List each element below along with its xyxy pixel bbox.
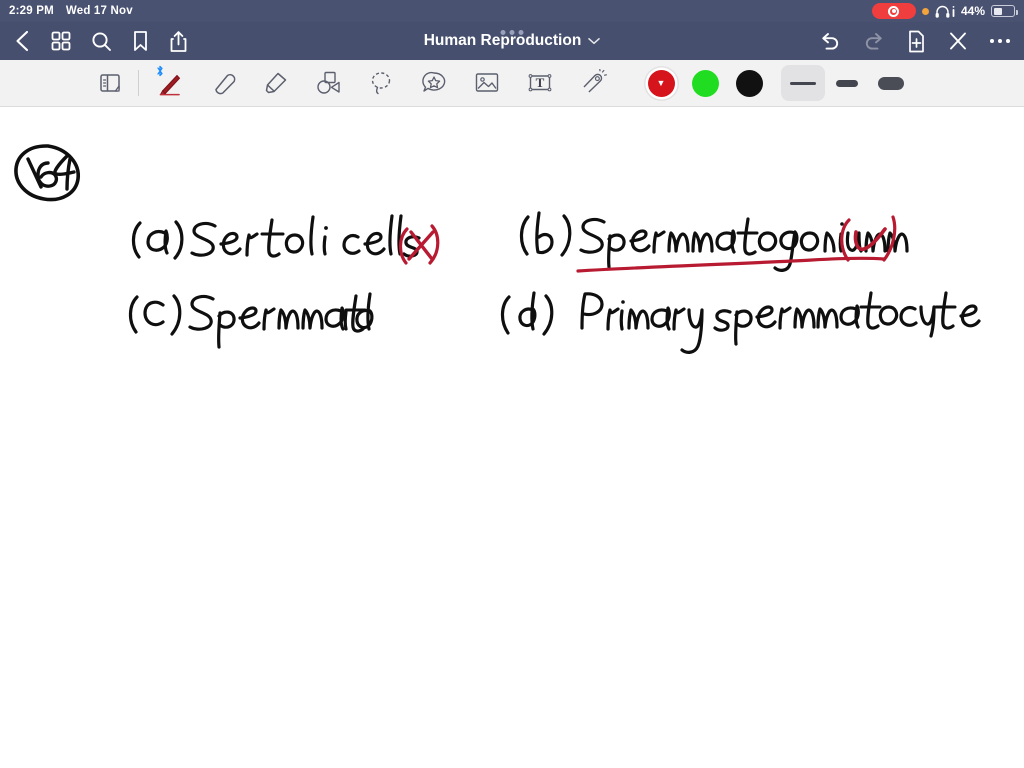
note-canvas[interactable] (0, 107, 1024, 768)
search-icon[interactable] (91, 31, 112, 52)
status-bar: 2:29 PM Wed 17 Nov 44% (0, 0, 1024, 22)
color-swatch-black[interactable] (727, 63, 771, 103)
text-box-icon[interactable]: T (518, 63, 562, 103)
chevron-down-icon: ▼ (656, 78, 666, 88)
redo-icon[interactable] (863, 32, 885, 51)
color-swatch-red-dot: ▼ (647, 69, 675, 97)
more-icon[interactable] (989, 38, 1010, 44)
tool-palette: T ▼ (0, 60, 1024, 107)
record-icon[interactable] (871, 3, 916, 19)
record-dot-inner (891, 9, 896, 13)
color-swatch-green[interactable] (683, 63, 727, 103)
navigation-bar: Human Reproduction (0, 22, 1024, 60)
headphones-icon (935, 5, 955, 18)
image-icon[interactable] (465, 63, 509, 103)
nav-left-group (14, 29, 188, 53)
color-swatch-group: ▼ (639, 63, 771, 103)
battery-icon (991, 5, 1018, 17)
handwriting-layer (14, 144, 981, 354)
color-swatch-red[interactable]: ▼ (639, 63, 683, 103)
more-dot-2 (997, 38, 1002, 44)
pen-icon[interactable] (147, 63, 191, 103)
option-d-ink (500, 291, 981, 354)
laser-pointer-icon[interactable] (571, 63, 615, 103)
highlighter-icon[interactable] (253, 63, 297, 103)
multitask-handle-icon[interactable] (500, 30, 524, 35)
status-bar-indicators: 44% (871, 3, 1018, 19)
chevron-down-icon[interactable] (588, 32, 601, 50)
bookmark-icon[interactable] (132, 30, 149, 52)
stroke-width-thin[interactable] (781, 65, 825, 101)
color-swatch-green-dot (691, 69, 719, 97)
nav-right-group (819, 30, 1010, 53)
share-icon[interactable] (169, 30, 188, 53)
microphone-in-use-icon (921, 7, 929, 15)
multitask-dot-1 (500, 30, 506, 35)
stroke-width-thick[interactable] (869, 65, 913, 101)
multitask-dot-2 (509, 30, 515, 35)
toolbar-divider (138, 70, 139, 96)
record-dot-outer (888, 5, 900, 17)
battery-percent: 44% (960, 4, 985, 18)
stroke-width-thick-bar (878, 76, 904, 90)
bluetooth-icon (156, 65, 164, 80)
status-bar-date: Wed 17 Nov (65, 5, 133, 17)
shapes-icon[interactable] (306, 63, 350, 103)
more-dot-1 (989, 38, 994, 44)
option-a-ink (131, 214, 440, 265)
add-page-icon[interactable] (907, 30, 926, 53)
grid-icon[interactable] (51, 31, 71, 51)
option-c-ink (128, 292, 374, 349)
stroke-width-group (781, 65, 913, 101)
stroke-width-thin-bar (790, 81, 816, 85)
tool-group: T ▼ (0, 63, 913, 103)
undo-icon[interactable] (819, 32, 841, 51)
more-dot-3 (1005, 38, 1010, 44)
sticker-icon[interactable] (412, 63, 456, 103)
eraser-icon[interactable] (200, 63, 244, 103)
lasso-icon[interactable] (359, 63, 403, 103)
back-icon[interactable] (14, 29, 31, 53)
page-layers-icon[interactable] (88, 63, 132, 103)
multitask-dot-3 (518, 30, 524, 35)
question-number-annotation (14, 144, 80, 202)
svg-text:T: T (536, 75, 545, 90)
color-swatch-black-dot (735, 69, 763, 97)
battery-fill (993, 7, 1002, 15)
option-b-ink (519, 211, 909, 273)
status-bar-time: 2:29 PM (9, 5, 54, 17)
close-icon[interactable] (948, 31, 968, 51)
notability-app-window: 2:29 PM Wed 17 Nov 44% Human Reproductio… (0, 0, 1024, 768)
stroke-width-medium[interactable] (825, 65, 869, 101)
stroke-width-medium-bar (836, 79, 858, 87)
